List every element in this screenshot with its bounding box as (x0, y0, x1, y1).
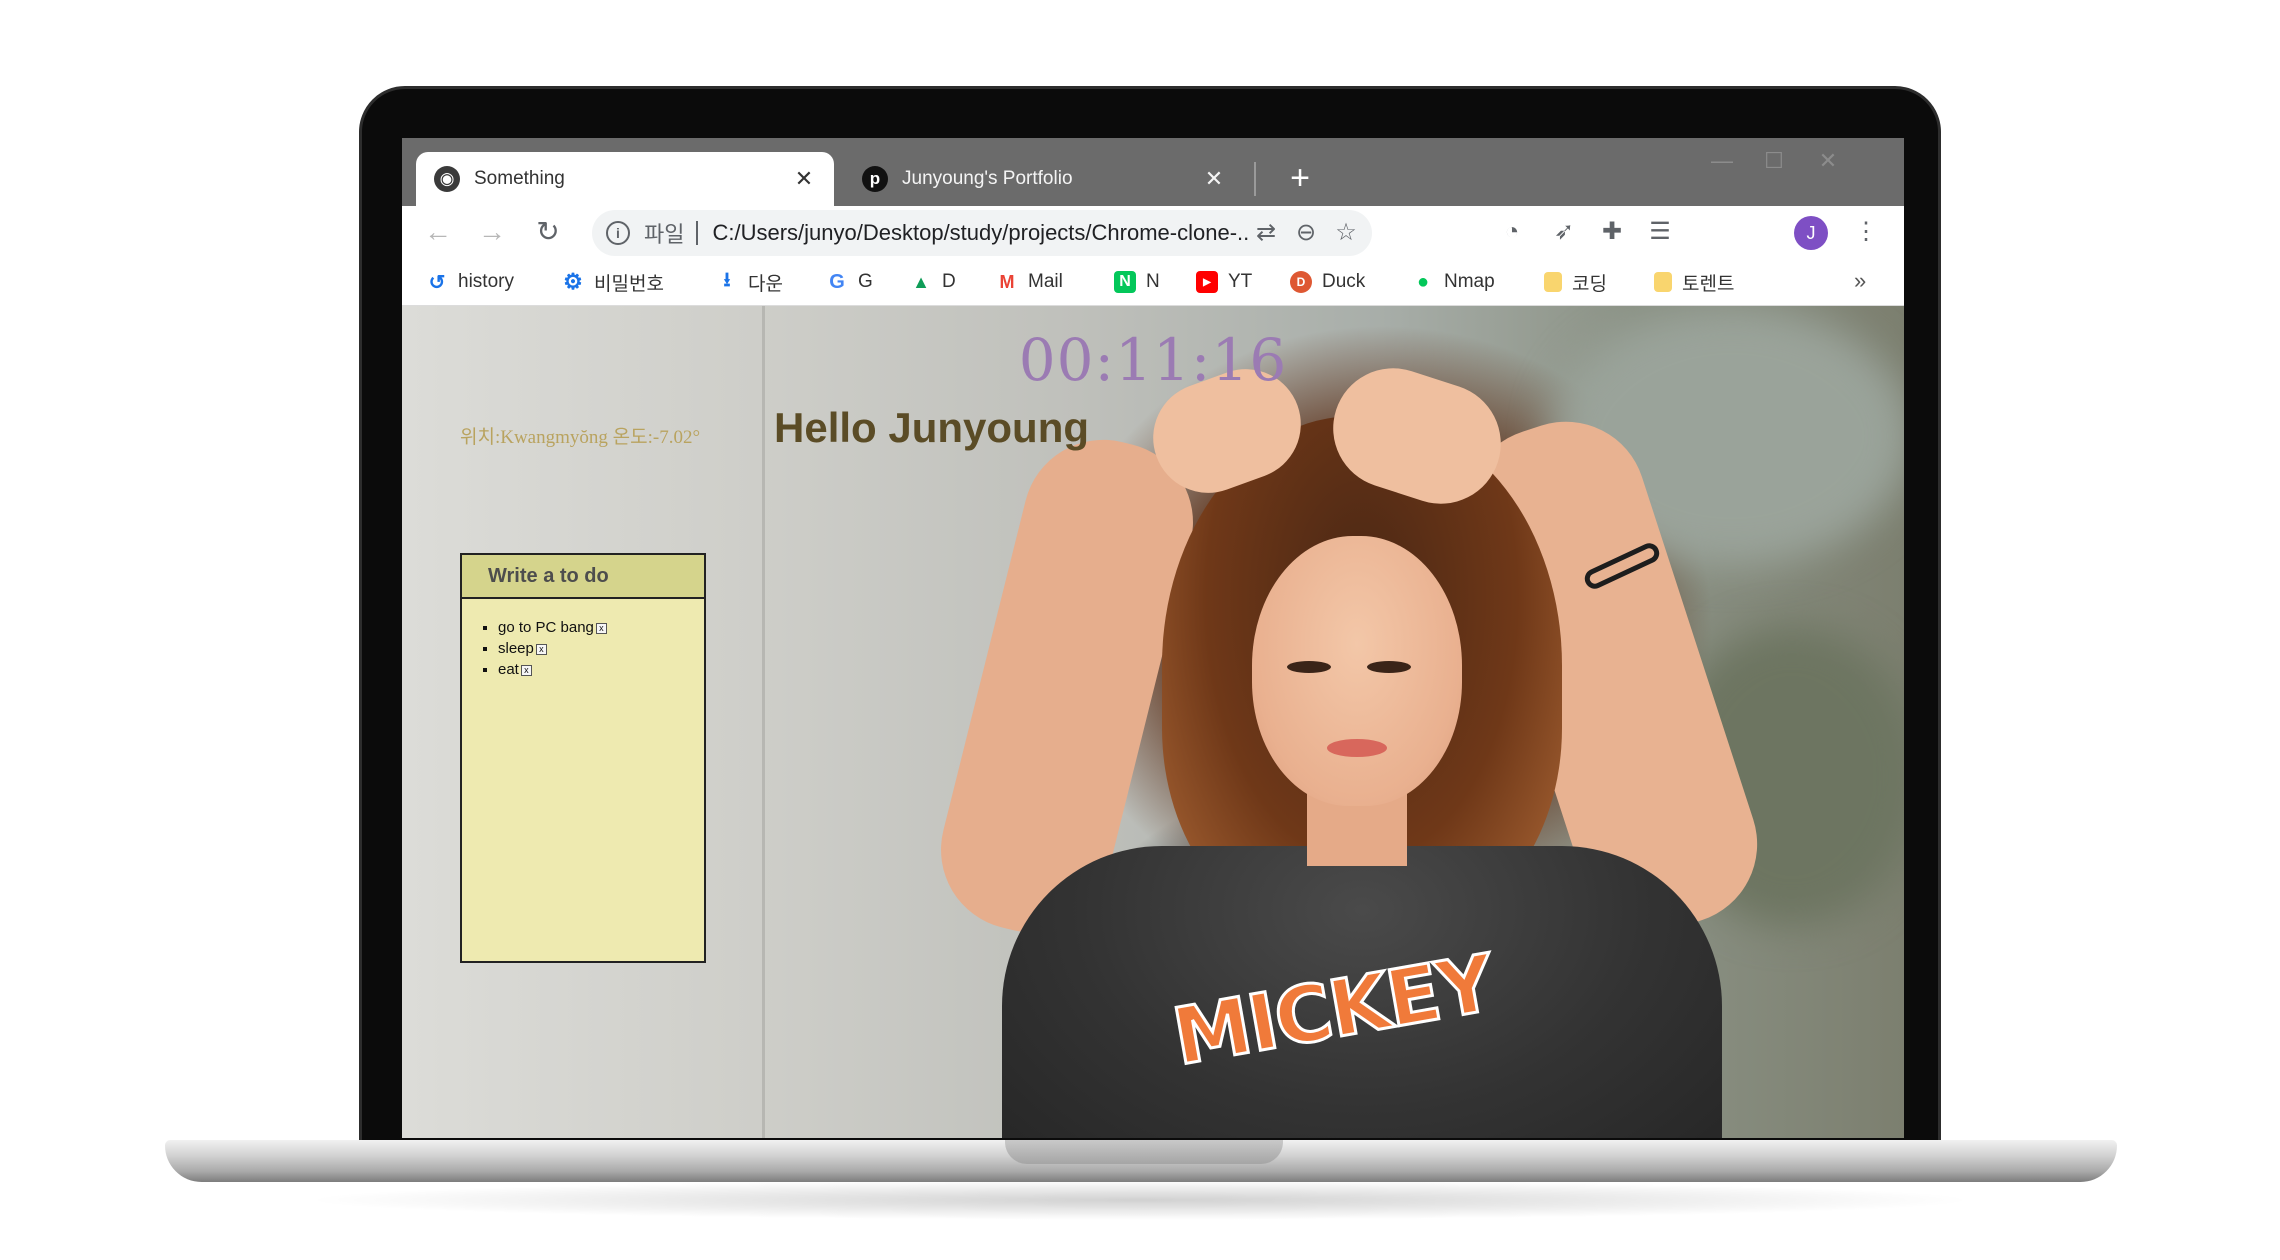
address-bar[interactable]: i 파일 C:/Users/junyo/Desktop/study/projec… (592, 210, 1372, 256)
drive-icon: ▲ (912, 271, 930, 292)
youtube-icon: ▶ (1196, 271, 1218, 293)
bookmark-passwords[interactable]: ⚙ 비밀번호 (562, 268, 664, 296)
reload-button[interactable]: ↻ (528, 212, 568, 252)
tab-title: Junyoung's Portfolio (902, 168, 1073, 189)
todo-header (462, 555, 704, 599)
duckduckgo-icon: D (1290, 271, 1312, 293)
bookmark-naver-map[interactable]: ● Nmap (1412, 268, 1495, 296)
todo-list: go to PC bangx sleepx eatx (462, 599, 704, 680)
bookmark-label: 다운 (748, 273, 783, 295)
reading-list-icon[interactable]: ☰ (1644, 216, 1676, 248)
todo-text: sleep (498, 640, 534, 657)
todo-item: eatx (498, 659, 704, 680)
tab-something[interactable]: ◉ Something ✕ (416, 152, 834, 206)
tab-portfolio[interactable]: p Junyoung's Portfolio ✕ (844, 152, 1244, 206)
gear-icon: ⚙ (563, 269, 583, 294)
bookmark-label: Duck (1322, 271, 1366, 292)
delete-todo-button[interactable]: x (595, 622, 607, 634)
laptop-shadow (300, 1180, 1980, 1220)
scheme-label: 파일 (644, 222, 685, 247)
browser-window: ◉ Something ✕ p Junyoung's Portfolio ✕ +… (402, 138, 1904, 1138)
bookmark-google[interactable]: G G (826, 268, 873, 296)
bookmark-label: YT (1228, 271, 1253, 292)
clock: 00:11:16 (1018, 326, 1288, 394)
todo-item: sleepx (498, 638, 704, 659)
history-icon: ↺ (428, 271, 446, 294)
info-icon[interactable]: i (606, 221, 630, 245)
bookmark-label: 비밀번호 (594, 273, 664, 295)
zoom-icon[interactable]: ⊖ (1290, 217, 1322, 249)
back-button[interactable]: ← (418, 212, 458, 252)
globe-icon: ◉ (434, 166, 460, 192)
bookmark-label: G (858, 271, 873, 292)
profile-avatar[interactable]: J (1794, 216, 1828, 250)
window-close-button[interactable]: ✕ (1808, 146, 1848, 176)
more-bookmarks-icon[interactable]: » (1854, 268, 1866, 294)
maximize-button[interactable]: ☐ (1754, 146, 1794, 176)
url-text[interactable]: C:/Users/junyo/Desktop/study/projects/Ch… (712, 220, 1250, 246)
bookmark-youtube[interactable]: ▶ YT (1196, 268, 1252, 296)
naver-map-icon: ● (1416, 270, 1430, 293)
todo-text: go to PC bang (498, 619, 594, 636)
bookmark-folder-coding[interactable]: 코딩 (1544, 268, 1607, 296)
web-page: MICKEY 00:11:16 위치:Kwangmyŏng 온도:-7.02° … (402, 306, 1904, 1138)
tab-title: Something (474, 168, 565, 189)
background-photo-lips (1327, 739, 1387, 757)
browser-toolbar: ← → ↻ i 파일 C:/Users/junyo/Desktop/study/… (402, 206, 1904, 258)
cursor-extension-icon[interactable]: ➶ (1548, 216, 1580, 248)
puzzle-icon[interactable]: ✚ (1596, 216, 1628, 248)
bookmark-label: Nmap (1444, 271, 1495, 292)
bookmark-naver[interactable]: N N (1114, 268, 1160, 296)
star-icon[interactable]: ☆ (1330, 217, 1362, 249)
close-tab-icon[interactable]: ✕ (792, 166, 816, 192)
bookmarks-bar: ↺ history ⚙ 비밀번호 ⭳ 다운 G G ▲ D M Mail N N… (402, 258, 1904, 306)
tab-strip: ◉ Something ✕ p Junyoung's Portfolio ✕ +… (402, 138, 1904, 206)
bookmark-duckduckgo[interactable]: D Duck (1290, 268, 1365, 296)
forward-button[interactable]: → (472, 212, 512, 252)
folder-icon (1654, 272, 1672, 292)
background-photo-eye (1287, 661, 1331, 673)
delete-todo-button[interactable]: x (520, 664, 532, 676)
extension-chat-icon[interactable]: ◔ (1496, 216, 1528, 248)
new-tab-button[interactable]: + (1280, 158, 1320, 198)
pinterest-icon: p (862, 166, 888, 192)
bookmark-label: D (942, 271, 956, 292)
bookmark-folder-torrent[interactable]: 토렌트 (1654, 268, 1734, 296)
download-icon: ⭳ (723, 269, 731, 291)
minimize-button[interactable]: — (1702, 146, 1742, 176)
folder-icon (1544, 272, 1562, 292)
delete-todo-button[interactable]: x (535, 643, 547, 655)
todo-input[interactable] (488, 564, 688, 588)
translate-icon[interactable]: ⇄ (1250, 217, 1282, 249)
bookmark-downloads[interactable]: ⭳ 다운 (716, 268, 783, 296)
bookmark-label: N (1146, 271, 1160, 292)
greeting: Hello Junyoung (774, 404, 1089, 451)
bookmark-drive[interactable]: ▲ D (910, 268, 956, 296)
bookmark-label: 코딩 (1572, 273, 1607, 295)
menu-icon[interactable]: ⋮ (1850, 216, 1882, 248)
todo-panel: go to PC bangx sleepx eatx (460, 553, 706, 963)
divider (696, 221, 699, 245)
bookmark-history[interactable]: ↺ history (426, 268, 514, 296)
background-photo-eye (1367, 661, 1411, 673)
bookmark-mail[interactable]: M Mail (996, 268, 1063, 296)
background-wall (762, 306, 765, 1138)
laptop-notch (1005, 1140, 1283, 1164)
background-photo-face (1252, 536, 1462, 806)
gmail-icon: M (999, 271, 1015, 292)
naver-icon: N (1114, 271, 1136, 293)
bookmark-label: history (458, 271, 514, 292)
google-icon: G (829, 270, 845, 293)
bookmark-label: 토렌트 (1682, 273, 1735, 295)
weather-text: 위치:Kwangmyŏng 온도:-7.02° (460, 427, 701, 448)
todo-text: eat (498, 661, 519, 678)
close-tab-icon[interactable]: ✕ (1202, 166, 1226, 192)
todo-item: go to PC bangx (498, 617, 704, 638)
bookmark-label: Mail (1028, 271, 1063, 292)
tab-separator (1254, 162, 1256, 196)
